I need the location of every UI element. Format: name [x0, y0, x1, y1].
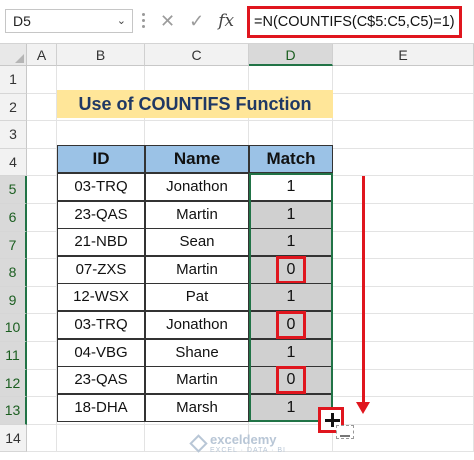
- row-header-11[interactable]: 11: [0, 342, 27, 370]
- table-cell-name[interactable]: Jonathon: [145, 311, 249, 339]
- cell[interactable]: [333, 286, 474, 315]
- cell[interactable]: [333, 204, 474, 232]
- table-cell-name[interactable]: Jonathon: [145, 173, 249, 201]
- name-box[interactable]: D5 ⌄: [5, 9, 133, 33]
- watermark-brand: exceldemy: [210, 432, 277, 447]
- cell[interactable]: [27, 121, 57, 149]
- cell[interactable]: [333, 93, 474, 122]
- table-cell-id[interactable]: 23-QAS: [57, 200, 145, 229]
- table-cell-name[interactable]: Pat: [145, 283, 249, 312]
- column-header-e[interactable]: E: [333, 44, 474, 66]
- name-box-value: D5: [13, 13, 31, 29]
- formula-input[interactable]: =N(COUNTIFS(C$5:C5,C5)=1): [247, 6, 462, 38]
- check-icon[interactable]: ✓: [189, 11, 204, 32]
- column-header-c[interactable]: C: [145, 44, 249, 66]
- table-cell-id[interactable]: 03-TRQ: [57, 311, 145, 339]
- fx-icon[interactable]: fx: [218, 11, 234, 31]
- table-cell-id[interactable]: 18-DHA: [57, 393, 145, 422]
- table-header-name[interactable]: Name: [145, 145, 249, 173]
- cell[interactable]: [27, 204, 57, 232]
- cell[interactable]: [27, 231, 57, 260]
- cell[interactable]: [333, 369, 474, 398]
- table-cell-id[interactable]: 21-NBD: [57, 228, 145, 257]
- row-header-8[interactable]: 8: [0, 259, 27, 287]
- table-cell-id[interactable]: 12-WSX: [57, 283, 145, 312]
- zero-highlight-box: [276, 311, 306, 339]
- cell[interactable]: [333, 314, 474, 342]
- cell[interactable]: [27, 342, 57, 370]
- table-cell-name[interactable]: Marsh: [145, 393, 249, 422]
- table-cell-id[interactable]: 23-QAS: [57, 366, 145, 395]
- column-header-d[interactable]: D: [249, 44, 333, 66]
- column-header-b[interactable]: B: [57, 44, 145, 66]
- cell[interactable]: [27, 369, 57, 398]
- cell[interactable]: [27, 314, 57, 342]
- cell[interactable]: [57, 424, 145, 453]
- cell[interactable]: [333, 176, 474, 204]
- row-header-14[interactable]: 14: [0, 424, 27, 453]
- watermark: exceldemy EXCEL · DATA · BI: [189, 432, 286, 454]
- spreadsheet-window: D5 ⌄ ✕ ✓ fx =N(COUNTIFS(C$5:C5,C5)=1) AB…: [0, 0, 474, 460]
- table-cell-name[interactable]: Martin: [145, 366, 249, 395]
- cell[interactable]: [27, 259, 57, 287]
- cell[interactable]: [333, 259, 474, 287]
- column-header-a[interactable]: A: [27, 44, 57, 66]
- x-icon[interactable]: ✕: [160, 11, 175, 32]
- table-cell-id[interactable]: 03-TRQ: [57, 173, 145, 201]
- cell[interactable]: [333, 397, 474, 425]
- exceldemy-logo-icon: [189, 433, 208, 453]
- auto-fill-options-icon[interactable]: [336, 425, 354, 439]
- row-header-5[interactable]: 5: [0, 176, 27, 204]
- table-cell-name[interactable]: Sean: [145, 228, 249, 257]
- cell[interactable]: [27, 176, 57, 204]
- row-header-10[interactable]: 10: [0, 314, 27, 342]
- cell[interactable]: [333, 121, 474, 149]
- row-header-1[interactable]: 1: [0, 66, 27, 94]
- watermark-tagline: EXCEL · DATA · BI: [210, 447, 286, 454]
- cell[interactable]: [333, 148, 474, 177]
- zero-highlight-box: [276, 255, 306, 284]
- cell[interactable]: [27, 424, 57, 453]
- cell[interactable]: [333, 342, 474, 370]
- chevron-down-icon[interactable]: ⌄: [117, 10, 126, 32]
- table-cell-match[interactable]: 1: [249, 338, 333, 367]
- formula-bar-icons: ✕ ✓ fx: [160, 8, 234, 34]
- row-header-7[interactable]: 7: [0, 231, 27, 260]
- table-cell-match[interactable]: 1: [249, 283, 333, 312]
- table-cell-id[interactable]: 07-ZXS: [57, 255, 145, 284]
- cell[interactable]: [27, 93, 57, 122]
- select-all-button[interactable]: [0, 44, 27, 66]
- formula-bar: D5 ⌄ ✕ ✓ fx =N(COUNTIFS(C$5:C5,C5)=1): [0, 0, 474, 44]
- table-cell-match[interactable]: 1: [249, 173, 333, 201]
- row-header-12[interactable]: 12: [0, 369, 27, 398]
- cell[interactable]: [27, 66, 57, 94]
- cell[interactable]: [27, 148, 57, 177]
- row-header-3[interactable]: 3: [0, 121, 27, 149]
- row-header-4[interactable]: 4: [0, 148, 27, 177]
- table-cell-name[interactable]: Shane: [145, 338, 249, 367]
- sheet-title: Use of COUNTIFS Function: [57, 90, 333, 118]
- drag-handle-icon[interactable]: [142, 13, 146, 29]
- cell[interactable]: [27, 397, 57, 425]
- zero-highlight-box: [276, 366, 306, 395]
- row-header-9[interactable]: 9: [0, 286, 27, 315]
- row-header-6[interactable]: 6: [0, 204, 27, 232]
- row-header-2[interactable]: 2: [0, 93, 27, 122]
- table-cell-id[interactable]: 04-VBG: [57, 338, 145, 367]
- table-cell-name[interactable]: Martin: [145, 200, 249, 229]
- table-cell-match[interactable]: 1: [249, 200, 333, 229]
- table-header-id[interactable]: ID: [57, 145, 145, 173]
- arrow-down-icon: [356, 402, 370, 414]
- table-header-match[interactable]: Match: [249, 145, 333, 173]
- table-cell-name[interactable]: Martin: [145, 255, 249, 284]
- table-cell-match[interactable]: 1: [249, 228, 333, 257]
- cell[interactable]: [333, 231, 474, 260]
- cell[interactable]: [333, 66, 474, 94]
- fill-down-arrow: [362, 176, 365, 404]
- cell[interactable]: [333, 424, 474, 453]
- cell[interactable]: [27, 286, 57, 315]
- row-header-13[interactable]: 13: [0, 397, 27, 425]
